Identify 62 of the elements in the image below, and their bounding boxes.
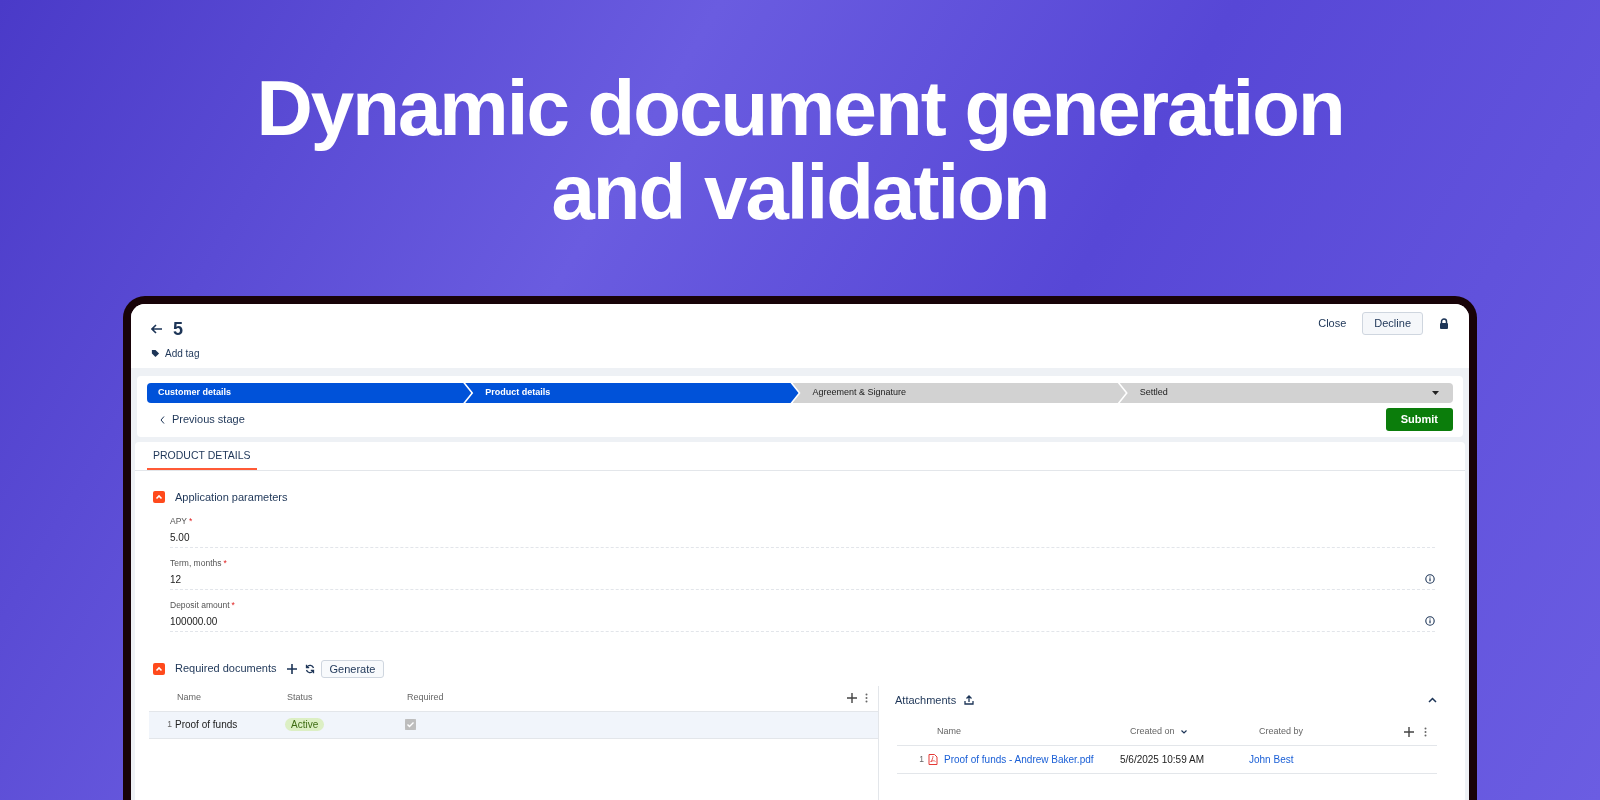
column-header: Created by bbox=[1259, 724, 1305, 738]
field-label: APY bbox=[170, 515, 187, 528]
stage-step[interactable]: Customer details bbox=[147, 383, 472, 403]
previous-stage-link[interactable]: Previous stage bbox=[147, 411, 245, 428]
back-arrow-icon[interactable] bbox=[151, 324, 163, 334]
chevron-left-icon bbox=[160, 415, 165, 424]
field-value: 12 bbox=[170, 572, 183, 587]
submit-button[interactable]: Submit bbox=[1385, 408, 1453, 431]
info-icon[interactable] bbox=[1425, 573, 1435, 584]
more-options-icon[interactable] bbox=[1424, 726, 1427, 737]
table-row[interactable]: 1 Proof of funds Active bbox=[149, 711, 878, 739]
info-icon[interactable] bbox=[1425, 615, 1435, 626]
pdf-file-icon bbox=[928, 754, 938, 765]
collapse-toggle-icon[interactable] bbox=[153, 662, 165, 675]
stage-step[interactable]: Product details bbox=[465, 383, 799, 403]
stage-step[interactable]: Settled bbox=[1119, 383, 1453, 403]
table-cell-text: 5/6/2025 10:59 AM bbox=[1120, 753, 1205, 767]
close-button[interactable]: Close bbox=[1318, 315, 1347, 332]
upload-icon[interactable] bbox=[964, 694, 975, 705]
field-label: Term, months bbox=[170, 557, 222, 570]
table-cell-text: Proof of funds bbox=[175, 718, 239, 732]
status-tag: Active bbox=[285, 718, 325, 731]
form-field[interactable]: APY * 5.00 bbox=[170, 515, 1435, 548]
add-icon[interactable] bbox=[847, 693, 857, 703]
section-title: Application parameters bbox=[175, 489, 288, 505]
add-icon[interactable] bbox=[286, 663, 297, 674]
column-header: Name bbox=[936, 724, 962, 738]
record-title: 5 bbox=[173, 320, 183, 338]
field-value: 100000.00 bbox=[170, 614, 219, 629]
column-header: Name bbox=[176, 691, 202, 705]
row-number: 1 bbox=[918, 753, 925, 766]
decline-button[interactable]: Decline bbox=[1362, 312, 1423, 335]
headline: Dynamic document generation bbox=[256, 66, 1344, 150]
field-value: 5.00 bbox=[170, 531, 191, 545]
required-mark: * bbox=[231, 598, 235, 612]
collapse-icon[interactable] bbox=[1428, 696, 1437, 703]
caret-icon bbox=[1432, 391, 1439, 395]
add-icon[interactable] bbox=[1404, 726, 1414, 737]
section-title: Attachments bbox=[895, 692, 957, 708]
field-label: Deposit amount bbox=[170, 598, 230, 612]
row-number: 1 bbox=[166, 718, 173, 731]
tag-icon bbox=[151, 349, 160, 358]
generate-button[interactable]: Generate bbox=[320, 659, 385, 678]
sort-icon[interactable] bbox=[1180, 729, 1187, 734]
headline: and validation bbox=[551, 150, 1049, 234]
required-mark: * bbox=[223, 557, 227, 570]
add-tag-link[interactable]: Add tag bbox=[151, 346, 200, 361]
required-mark: * bbox=[189, 515, 193, 528]
more-options-icon[interactable] bbox=[865, 693, 868, 703]
stage-step[interactable]: Agreement & Signature bbox=[792, 383, 1126, 403]
refresh-icon[interactable] bbox=[304, 663, 315, 674]
tab[interactable]: PRODUCT DETAILS bbox=[147, 448, 257, 470]
lock-icon bbox=[1439, 318, 1449, 329]
column-header: Created on bbox=[1130, 724, 1175, 738]
column-header: Status bbox=[287, 691, 314, 705]
column-header: Required bbox=[407, 691, 445, 705]
collapse-toggle-icon[interactable] bbox=[153, 491, 165, 503]
section-title: Required documents bbox=[175, 661, 277, 677]
form-field[interactable]: Term, months * 12 bbox=[170, 557, 1435, 590]
user-link[interactable]: John Best bbox=[1249, 752, 1294, 767]
file-link[interactable]: Proof of funds - Andrew Baker.pdf bbox=[944, 752, 1120, 767]
form-field[interactable]: Deposit amount * 100000.00 bbox=[170, 598, 1435, 632]
